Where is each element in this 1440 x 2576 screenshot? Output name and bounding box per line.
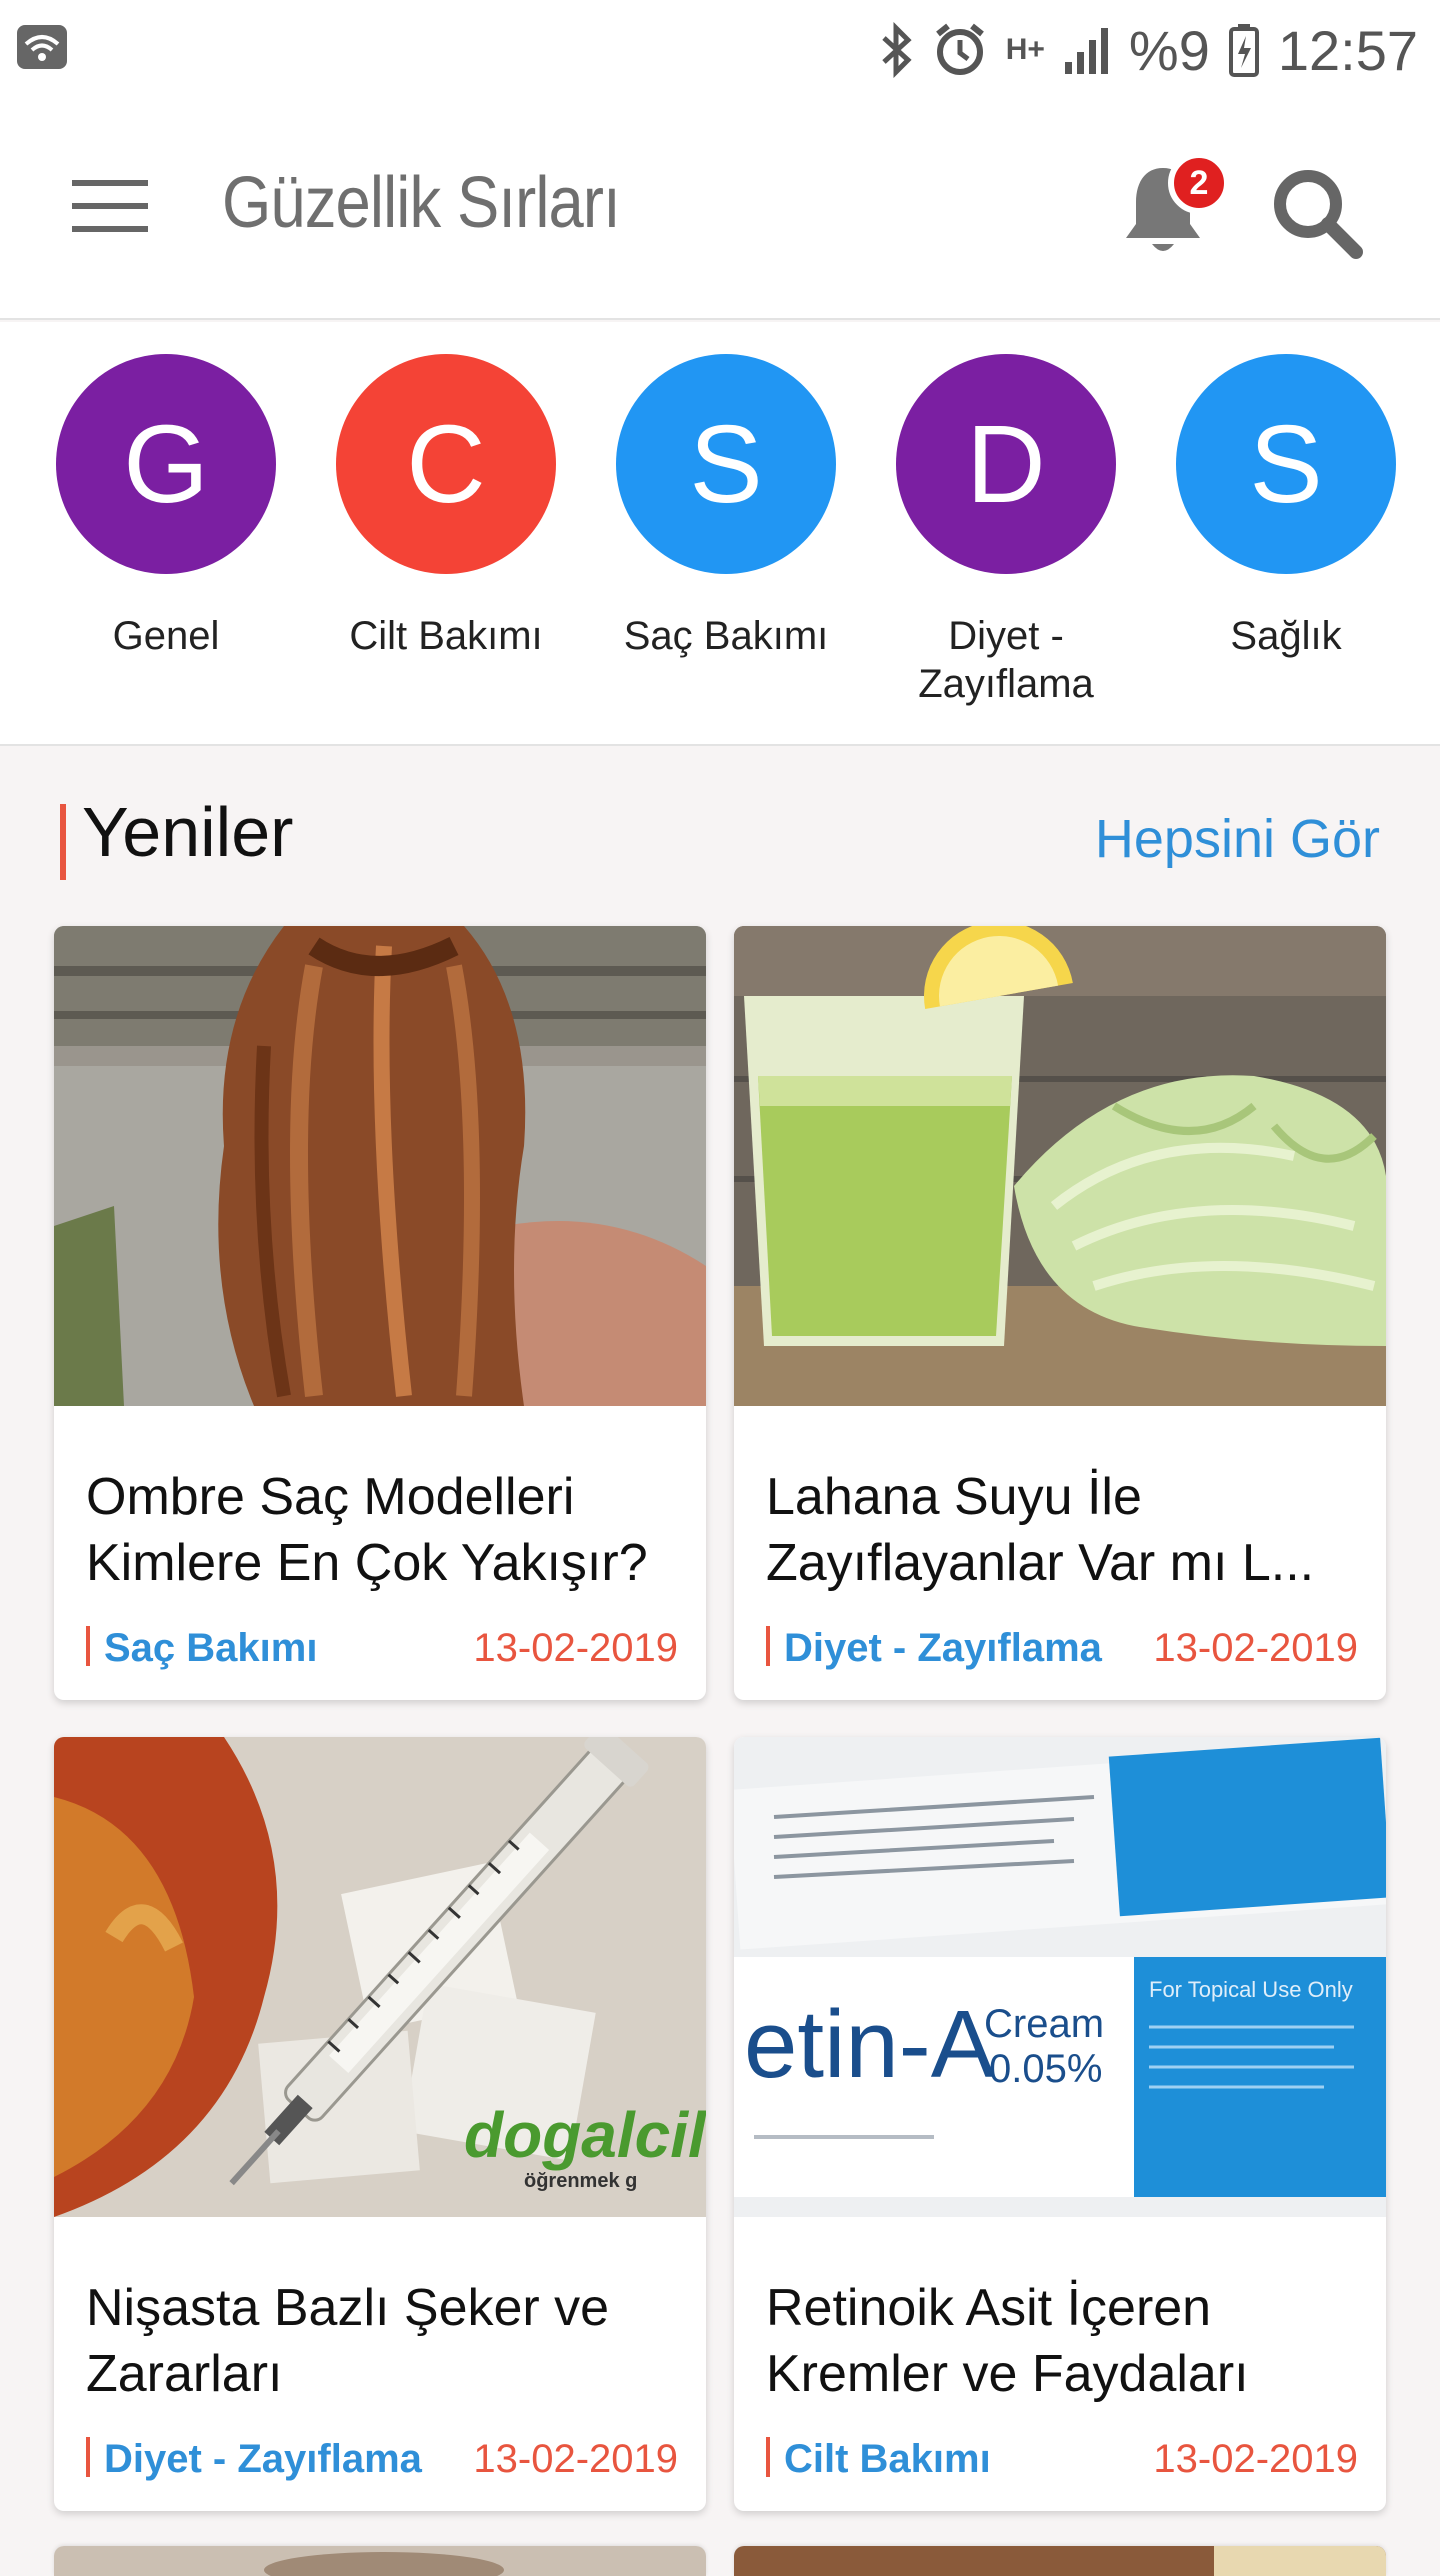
article-category-label: Diyet - Zayıflama: [104, 2437, 422, 2481]
category-accent-bar: [86, 2437, 90, 2477]
network-type: H+: [1005, 33, 1045, 66]
category-cilt-bakimi[interactable]: C Cilt Bakımı: [316, 354, 576, 660]
category-accent-bar: [766, 2437, 770, 2477]
article-card[interactable]: Ombre Saç Modelleri Kimlere En Çok Yakış…: [54, 926, 706, 1700]
category-accent-bar: [86, 1626, 90, 1666]
article-category[interactable]: Saç Bakımı: [86, 1626, 317, 1671]
wifi-icon: [17, 25, 67, 69]
article-title[interactable]: Retinoik Asit İçeren Kremler ve Faydalar…: [766, 2275, 1366, 2407]
search-icon[interactable]: [1268, 164, 1364, 260]
category-label: Cilt Bakımı: [349, 614, 543, 658]
article-card-peek[interactable]: [734, 2546, 1386, 2576]
article-card[interactable]: Lahana Suyu İle Zayıflayanlar Var mı L..…: [734, 926, 1386, 1700]
article-date: 13-02-2019: [473, 2437, 678, 2481]
image-cream-topical: For Topical Use Only: [1149, 1977, 1353, 2002]
bluetooth-icon: [882, 22, 912, 78]
category-avatar: D: [896, 354, 1116, 574]
article-category-label: Saç Bakımı: [104, 1626, 318, 1670]
article-date: 13-02-2019: [473, 1626, 678, 1670]
app-title: Güzellik Sırları: [222, 163, 621, 243]
clock: 12:57: [1277, 18, 1418, 82]
article-image[interactable]: etin-A Cream 0.05% For Topical Use Only: [734, 1737, 1386, 2217]
category-strip: G Genel C Cilt Bakımı S Saç Bakımı D Diy…: [0, 322, 1440, 746]
signal-icon: [1064, 28, 1108, 74]
category-label: Saç Bakımı: [623, 614, 829, 658]
section-accent-bar: [60, 804, 66, 880]
battery-percent: %9: [1128, 18, 1210, 82]
image-watermark: dogalcilt: [464, 2099, 706, 2171]
article-meta: Diyet - Zayıflama 13-02-2019: [86, 2437, 678, 2487]
menu-icon[interactable]: [72, 178, 152, 234]
article-card[interactable]: etin-A Cream 0.05% For Topical Use Only …: [734, 1737, 1386, 2511]
category-avatar: S: [616, 354, 836, 574]
category-label: Sağlık: [1230, 614, 1342, 658]
article-title[interactable]: Ombre Saç Modelleri Kimlere En Çok Yakış…: [86, 1464, 686, 1596]
notification-badge[interactable]: 2: [1168, 152, 1230, 214]
article-date: 13-02-2019: [1153, 1626, 1358, 1670]
section-title: Yeniler: [82, 793, 294, 871]
category-label: Diyet - Zayıflama: [918, 614, 1094, 706]
article-card-peek[interactable]: [54, 2546, 706, 2576]
app-bar: Güzellik Sırları 2: [0, 100, 1440, 320]
article-image-peek: [54, 2546, 706, 2576]
article-title[interactable]: Lahana Suyu İle Zayıflayanlar Var mı L..…: [766, 1464, 1366, 1596]
article-card[interactable]: dogalcilt öğrenmek g Nişasta Bazlı Şeker…: [54, 1737, 706, 2511]
image-cream-brand: etin-A: [744, 1991, 995, 2098]
article-image[interactable]: [734, 926, 1386, 1406]
image-cream-percent: 0.05%: [989, 2047, 1102, 2091]
article-meta: Saç Bakımı 13-02-2019: [86, 1626, 678, 1676]
article-title[interactable]: Nişasta Bazlı Şeker ve Zararları: [86, 2275, 686, 2407]
category-sac-bakimi[interactable]: S Saç Bakımı: [596, 354, 856, 660]
article-image[interactable]: dogalcilt öğrenmek g: [54, 1737, 706, 2217]
article-category[interactable]: Cilt Bakımı: [766, 2437, 991, 2482]
article-image[interactable]: [54, 926, 706, 1406]
article-meta: Diyet - Zayıflama 13-02-2019: [766, 1626, 1358, 1676]
battery-icon: [1228, 24, 1259, 77]
category-label: Genel: [112, 614, 220, 658]
category-diyet-zayiflama[interactable]: D Diyet - Zayıflama: [876, 354, 1136, 708]
article-category[interactable]: Diyet - Zayıflama: [86, 2437, 422, 2482]
category-accent-bar: [766, 1626, 770, 1666]
article-category[interactable]: Diyet - Zayıflama: [766, 1626, 1102, 1671]
status-bar: H+ %9 12:57: [0, 0, 1440, 100]
category-avatar: C: [336, 354, 556, 574]
image-cream-word: Cream: [984, 2002, 1104, 2046]
image-watermark-sub: öğrenmek g: [524, 2170, 637, 2192]
category-avatar: G: [56, 354, 276, 574]
category-avatar: S: [1176, 354, 1396, 574]
article-image-peek: [734, 2546, 1386, 2576]
article-date: 13-02-2019: [1153, 2437, 1358, 2481]
article-meta: Cilt Bakımı 13-02-2019: [766, 2437, 1358, 2487]
section-header: Yeniler Hepsini Gör: [0, 746, 1440, 926]
see-all-link[interactable]: Hepsini Gör: [1095, 808, 1380, 870]
category-genel[interactable]: G Genel: [36, 354, 296, 660]
article-category-label: Cilt Bakımı: [784, 2437, 991, 2481]
category-saglik[interactable]: S Sağlık: [1156, 354, 1400, 660]
alarm-icon: [935, 23, 984, 75]
article-category-label: Diyet - Zayıflama: [784, 1626, 1102, 1670]
